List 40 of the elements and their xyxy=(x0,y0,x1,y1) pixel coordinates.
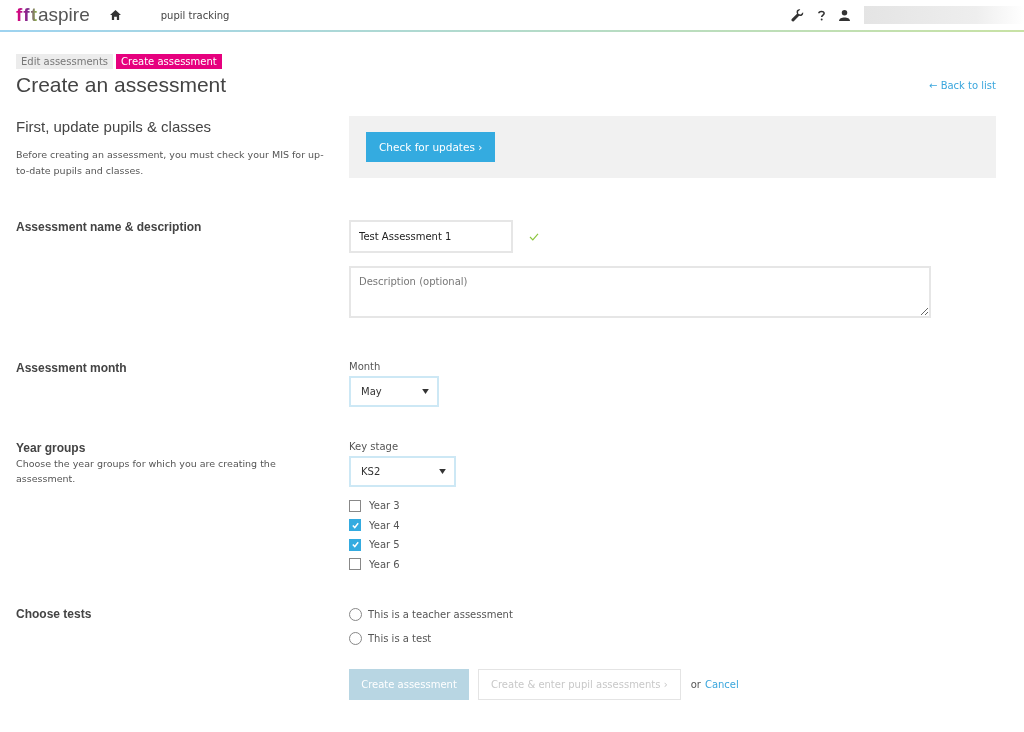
radio-button[interactable] xyxy=(349,607,362,621)
breadcrumb-tab[interactable]: Edit assessments xyxy=(16,54,114,69)
radio-button[interactable] xyxy=(349,631,362,645)
section-description: Choose the year groups for which you are creating the assessment. xyxy=(16,457,277,486)
caret-icon xyxy=(439,469,446,474)
section-label: Assessment name & description xyxy=(16,220,203,234)
checkbox[interactable] xyxy=(349,519,361,532)
section-label: Year groups xyxy=(16,441,87,455)
checkbox-label: Year 5 xyxy=(369,539,400,551)
back-link[interactable]: ← Back to list xyxy=(929,79,996,91)
or-text: or xyxy=(690,679,701,690)
radio-label: This is a teacher assessment xyxy=(368,608,513,620)
check-updates-button[interactable]: Check for updates › xyxy=(366,132,496,162)
wrench-icon[interactable] xyxy=(791,8,804,22)
section-label: Choose tests xyxy=(16,607,93,621)
home-icon[interactable] xyxy=(109,10,121,20)
checkbox-label: Year 3 xyxy=(369,500,400,512)
page-title: Create an assessment xyxy=(16,73,227,97)
name-input[interactable]: Test Assessment 1 xyxy=(349,220,513,253)
help-icon[interactable] xyxy=(818,9,825,21)
cancel-link[interactable]: Cancel xyxy=(704,679,739,690)
breadcrumb-tab[interactable]: Create assessment xyxy=(116,54,222,69)
checkbox[interactable] xyxy=(349,558,361,571)
checkbox[interactable] xyxy=(349,499,361,512)
checkbox[interactable] xyxy=(349,538,361,551)
nav-link[interactable]: pupil tracking xyxy=(160,9,230,21)
field-label: Month xyxy=(349,361,382,372)
caret-icon xyxy=(422,389,429,394)
section-description: Before creating an assessment, you must check your MIS for up-to-date pupils and classes. xyxy=(16,148,325,178)
logo[interactable]: fftaspire xyxy=(16,4,90,26)
field-label: Key stage xyxy=(349,441,400,452)
section-heading: First, update pupils & classes xyxy=(16,118,213,135)
user-icon[interactable] xyxy=(839,9,850,21)
checkbox-label: Year 6 xyxy=(369,558,400,570)
description-textarea[interactable]: Description (optional) xyxy=(349,266,931,318)
month-select[interactable]: May xyxy=(349,376,439,407)
checkbox-label: Year 4 xyxy=(369,519,400,531)
section-label: Assessment month xyxy=(16,361,128,375)
radio-label: This is a test xyxy=(368,632,432,644)
key-stage-select[interactable]: KS2 xyxy=(349,456,456,487)
